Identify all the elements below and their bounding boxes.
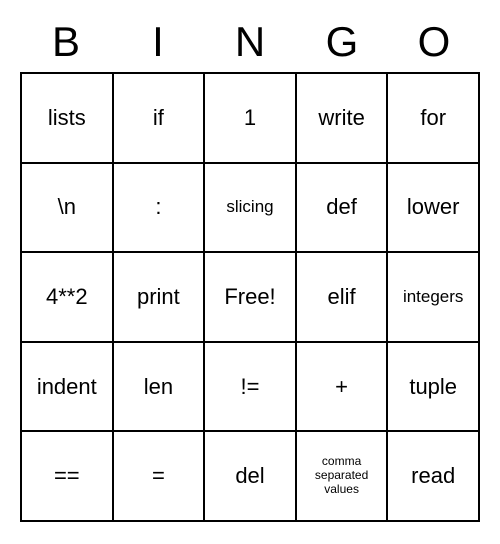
bingo-cell[interactable]: : — [113, 163, 205, 253]
bingo-cell[interactable]: del — [204, 431, 296, 521]
header-b: B — [20, 18, 112, 66]
bingo-cell[interactable]: = — [113, 431, 205, 521]
bingo-cell[interactable]: write — [296, 73, 388, 163]
bingo-cell[interactable]: == — [21, 431, 113, 521]
bingo-cell[interactable]: 4**2 — [21, 252, 113, 342]
bingo-cell[interactable]: \n — [21, 163, 113, 253]
bingo-cell[interactable]: lists — [21, 73, 113, 163]
bingo-cell[interactable]: indent — [21, 342, 113, 432]
bingo-cell[interactable]: read — [387, 431, 479, 521]
bingo-cell[interactable]: lower — [387, 163, 479, 253]
bingo-cell[interactable]: if — [113, 73, 205, 163]
bingo-cell[interactable]: len — [113, 342, 205, 432]
bingo-header: B I N G O — [20, 18, 480, 66]
bingo-cell[interactable]: integers — [387, 252, 479, 342]
bingo-cell[interactable]: slicing — [204, 163, 296, 253]
bingo-grid: lists if 1 write for \n : slicing def lo… — [20, 72, 480, 522]
header-i: I — [112, 18, 204, 66]
bingo-card: B I N G O lists if 1 write for \n : slic… — [20, 18, 480, 522]
bingo-cell[interactable]: def — [296, 163, 388, 253]
header-n: N — [204, 18, 296, 66]
bingo-cell-free[interactable]: Free! — [204, 252, 296, 342]
header-g: G — [296, 18, 388, 66]
bingo-cell[interactable]: tuple — [387, 342, 479, 432]
bingo-cell[interactable]: + — [296, 342, 388, 432]
bingo-cell[interactable]: comma separated values — [296, 431, 388, 521]
bingo-cell[interactable]: != — [204, 342, 296, 432]
bingo-cell[interactable]: elif — [296, 252, 388, 342]
bingo-cell[interactable]: print — [113, 252, 205, 342]
header-o: O — [388, 18, 480, 66]
bingo-cell[interactable]: 1 — [204, 73, 296, 163]
bingo-cell[interactable]: for — [387, 73, 479, 163]
